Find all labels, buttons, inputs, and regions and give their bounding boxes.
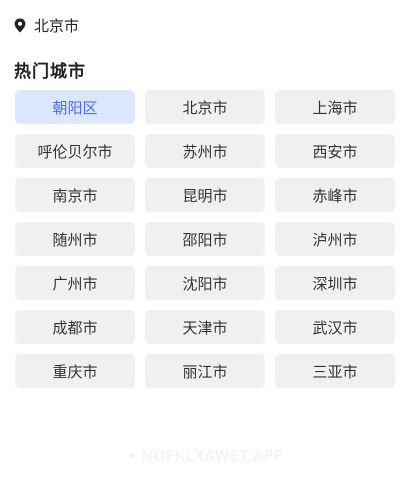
- city-button[interactable]: 丽江市: [145, 354, 265, 388]
- city-button[interactable]: 朝阳区: [15, 90, 135, 124]
- city-button[interactable]: 天津市: [145, 310, 265, 344]
- city-button[interactable]: 沈阳市: [145, 266, 265, 300]
- city-button[interactable]: 泸州市: [275, 222, 395, 256]
- hot-cities-title: 热门城市: [14, 62, 86, 82]
- city-picker-page: 北京市 热门城市 朝阳区 北京市 上海市 呼伦贝尔市 苏州市 西安市 南京市 昆明市 赤峰市 随州…: [0, 0, 410, 479]
- city-button[interactable]: 昆明市: [145, 178, 265, 212]
- city-button[interactable]: 呼伦贝尔市: [15, 134, 135, 168]
- city-button[interactable]: 深圳市: [275, 266, 395, 300]
- city-button[interactable]: 北京市: [145, 90, 265, 124]
- hot-cities-grid: 朝阳区 北京市 上海市呼伦贝尔市 苏州市 西安市南京市 昆明市 赤峰市随州市 邵阳市 泸州市广州…: [15, 90, 395, 388]
- city-button[interactable]: 随州市: [15, 222, 135, 256]
- city-button[interactable]: 邵阳市: [145, 222, 265, 256]
- city-button[interactable]: 西安市: [275, 134, 395, 168]
- city-button[interactable]: 广州市: [15, 266, 135, 300]
- city-button[interactable]: 赤峰市: [275, 178, 395, 212]
- location-pin-icon: [14, 18, 26, 33]
- city-button[interactable]: 三亚市: [275, 354, 395, 388]
- city-button[interactable]: 南京市: [15, 178, 135, 212]
- current-city-label: 北京市: [34, 16, 80, 35]
- current-location[interactable]: 北京市: [14, 14, 79, 36]
- city-button[interactable]: 武汉市: [275, 310, 395, 344]
- city-button[interactable]: 重庆市: [15, 354, 135, 388]
- city-button[interactable]: 上海市: [275, 90, 395, 124]
- city-button[interactable]: 苏州市: [145, 134, 265, 168]
- watermark-text: • NOFKLXAWET.APP: [127, 447, 283, 465]
- city-button[interactable]: 成都市: [15, 310, 135, 344]
